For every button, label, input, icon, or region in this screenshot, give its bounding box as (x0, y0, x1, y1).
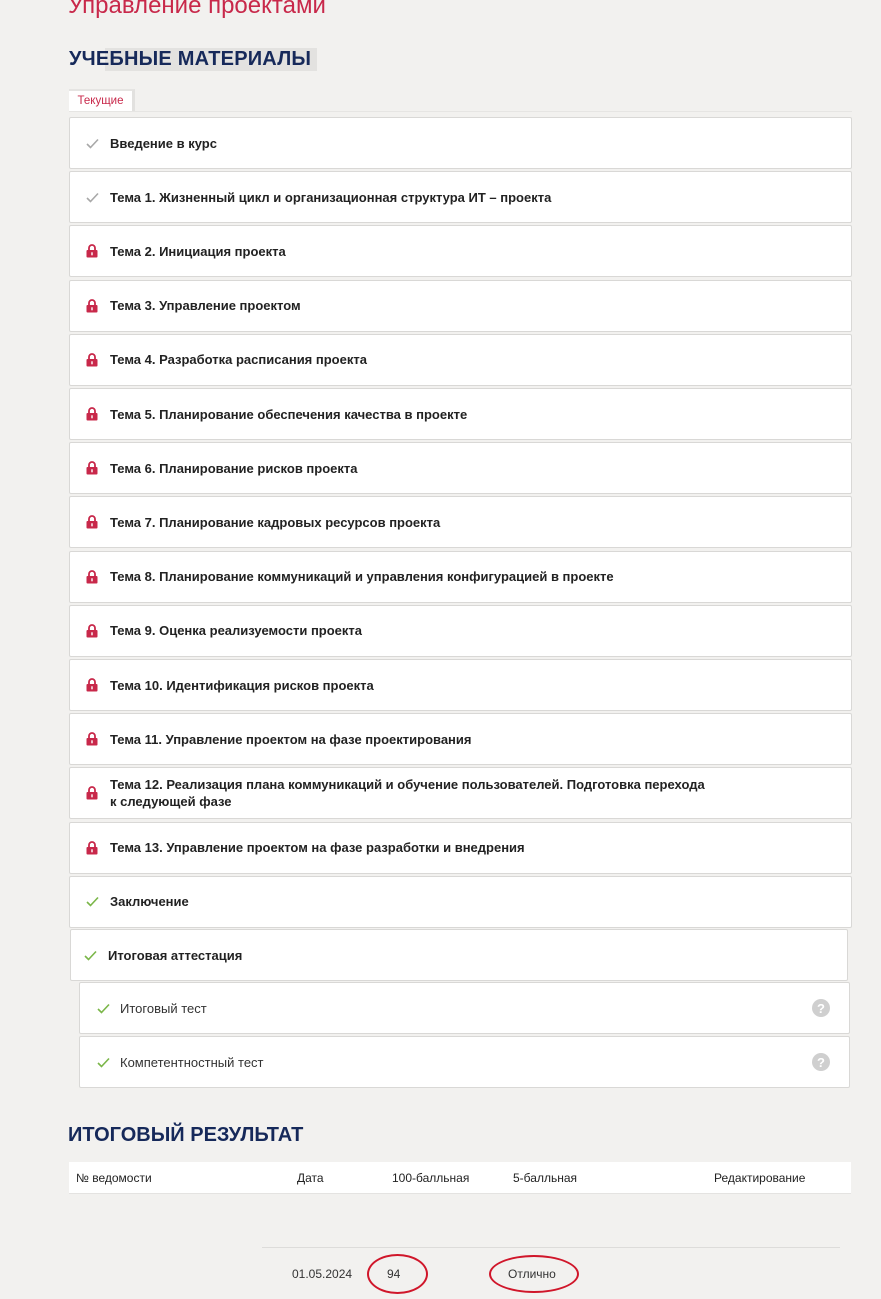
column-header: 100-балльная (392, 1171, 470, 1185)
lock-icon (85, 298, 99, 313)
check-icon (85, 136, 99, 150)
material-item[interactable]: Тема 12. Реализация плана коммуникаций и… (69, 767, 852, 820)
lock-icon (85, 786, 99, 800)
column-header: 5-балльная (513, 1171, 577, 1185)
lock-icon (85, 569, 99, 584)
material-item-label: Тема 9. Оценка реализуемости проекта (110, 623, 363, 639)
check-icon (96, 1055, 110, 1069)
result-title: ИТОГОВЫЙ РЕЗУЛЬТАТ (68, 1124, 304, 1146)
test-label: Итоговый тест (120, 1000, 207, 1016)
lock-icon (85, 623, 99, 638)
column-header: Редактирование (714, 1171, 806, 1185)
material-item[interactable]: Тема 3. Управление проектом (69, 279, 852, 332)
column-header: № ведомости (76, 1171, 152, 1185)
lock-icon (85, 515, 99, 529)
material-item[interactable]: Введение в курс (69, 117, 852, 169)
lock-icon (85, 678, 99, 692)
material-item[interactable]: Тема 13. Управление проектом на фазе раз… (69, 821, 852, 874)
material-item-label: Тема 1. Жизненный цикл и организационная… (110, 189, 552, 205)
material-item-label: Тема 3. Управление проектом (110, 298, 301, 314)
help-icon[interactable]: ? (812, 1053, 830, 1071)
material-item-label: Тема 8. Планирование коммуникаций и упра… (110, 569, 614, 585)
result-date: 01.05.2024 (292, 1267, 353, 1281)
material-item[interactable]: Тема 4. Разработка расписания проекта (69, 333, 852, 386)
lock-icon (85, 461, 99, 475)
material-item[interactable]: Тема 10. Идентификация рисков проекта (69, 659, 852, 711)
material-item[interactable]: Заключение (69, 875, 852, 928)
lock-icon (85, 352, 99, 367)
result-table-header: № ведомости Дата 100-балльная 5-балльная… (69, 1162, 851, 1194)
material-item-label: Тема 6. Планирование рисков проекта (110, 460, 358, 476)
result-row-divider (262, 1247, 840, 1248)
material-item[interactable]: Тема 2. Инициация проекта (69, 225, 852, 278)
test-row-competence[interactable]: Компетентностный тест ? (79, 1036, 850, 1088)
lock-icon (85, 840, 99, 855)
material-item-label: Тема 10. Идентификация рисков проекта (110, 677, 374, 693)
check-icon (85, 895, 99, 909)
check-icon (96, 1001, 110, 1015)
tab-divider (69, 111, 852, 112)
material-item[interactable]: Тема 9. Оценка реализуемости проекта (69, 604, 852, 657)
materials-title: УЧЕБНЫЕ МАТЕРИАЛЫ (69, 48, 318, 71)
material-item-label: Тема 13. Управление проектом на фазе раз… (110, 840, 525, 856)
material-item-label: Введение в курс (110, 135, 217, 151)
page-title: Управление проектами (68, 0, 326, 19)
test-label: Компетентностный тест (120, 1054, 264, 1070)
material-item-label: Тема 12. Реализация плана коммуникаций и… (110, 777, 705, 810)
annotation-circle (367, 1254, 428, 1294)
lock-icon (85, 732, 99, 746)
tab-current[interactable]: Текущие (69, 89, 135, 111)
check-icon (85, 190, 99, 204)
material-item[interactable]: Тема 11. Управление проектом на фазе про… (69, 713, 852, 766)
material-item-label: Тема 11. Управление проектом на фазе про… (110, 731, 472, 747)
final-attestation-row[interactable]: Итоговая аттестация (70, 929, 848, 981)
material-item[interactable]: Тема 8. Планирование коммуникаций и упра… (69, 550, 852, 603)
material-item-label: Заключение (110, 894, 189, 910)
material-item-label: Тема 4. Разработка расписания проекта (110, 352, 367, 368)
material-item-label: Тема 5. Планирование обеспечения качеств… (110, 406, 468, 422)
check-icon (83, 948, 97, 962)
lock-icon (85, 244, 99, 258)
material-item-label: Тема 2. Инициация проекта (110, 243, 286, 259)
material-item[interactable]: Тема 5. Планирование обеспечения качеств… (69, 388, 852, 440)
help-icon[interactable]: ? (812, 999, 830, 1017)
test-row-final[interactable]: Итоговый тест ? (79, 982, 850, 1034)
column-header: Дата (297, 1171, 324, 1185)
material-item[interactable]: Тема 6. Планирование рисков проекта (69, 442, 852, 495)
annotation-circle (489, 1255, 579, 1293)
lock-icon (85, 407, 99, 421)
material-item[interactable]: Тема 1. Жизненный цикл и организационная… (69, 171, 852, 224)
material-item[interactable]: Тема 7. Планирование кадровых ресурсов п… (69, 496, 852, 549)
material-item-label: Тема 7. Планирование кадровых ресурсов п… (110, 514, 441, 530)
final-attestation-label: Итоговая аттестация (108, 947, 243, 963)
